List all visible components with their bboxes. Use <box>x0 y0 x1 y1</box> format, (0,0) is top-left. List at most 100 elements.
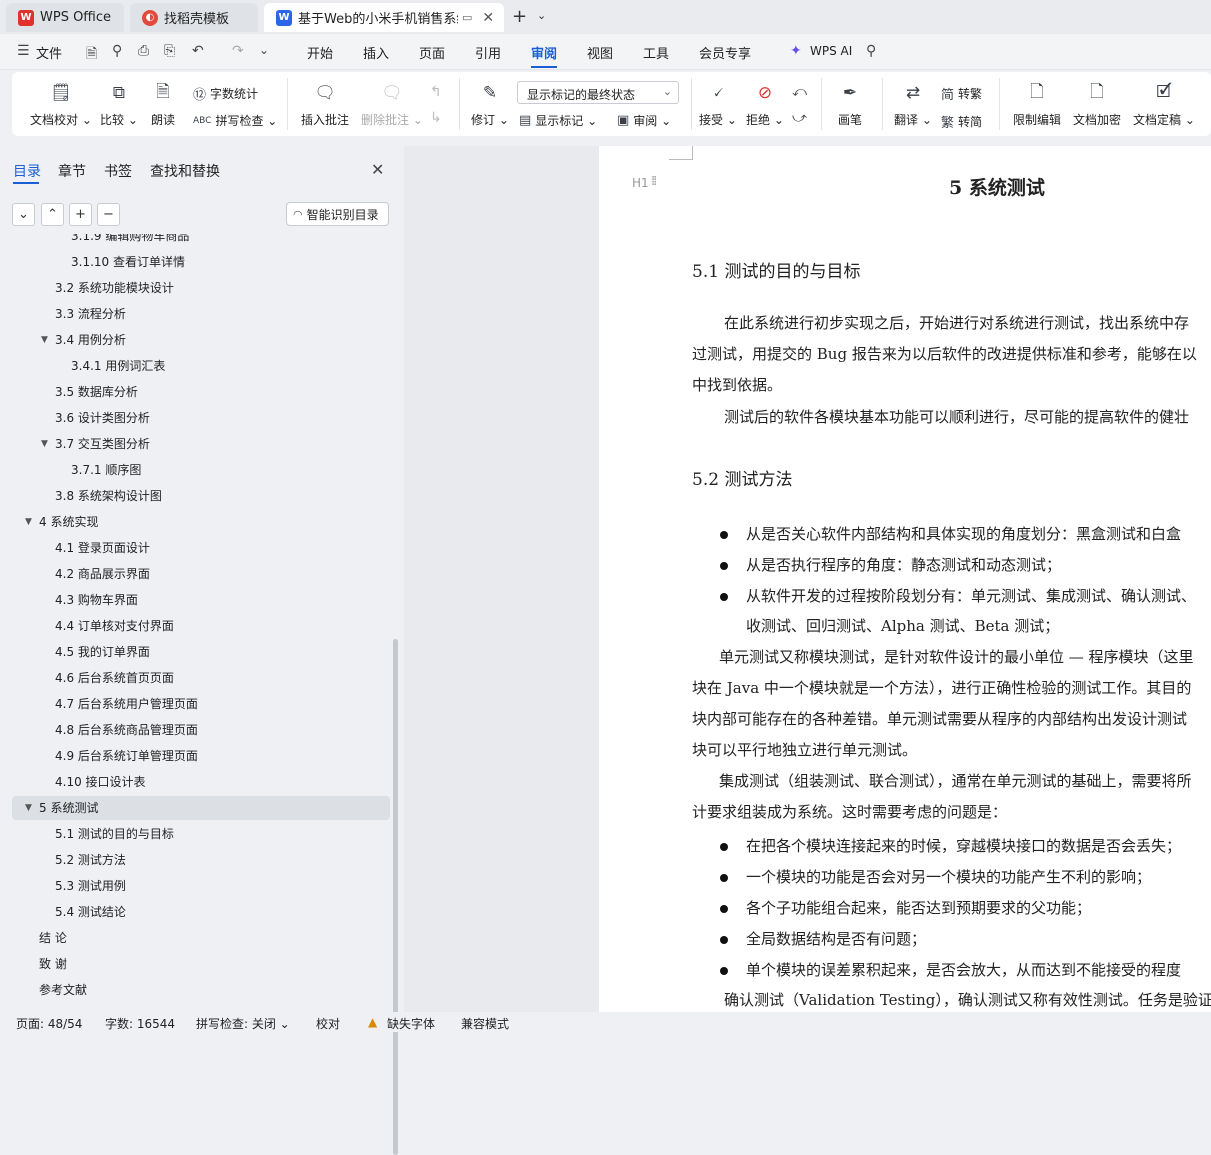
add-heading-button[interactable]: + <box>69 203 92 226</box>
document-page[interactable]: H1 ⁞⁞ 5 系统测试 5.1 测试的目的与目标 在此系统进行初步实现之后，开… <box>599 146 1211 1012</box>
tab-wps-office[interactable]: W WPS Office <box>6 3 124 32</box>
show-markup-button[interactable]: ▤ 显示标记 ⌄ <box>519 112 597 129</box>
toc-item[interactable]: 3.1.10 查看订单详情 <box>12 250 390 274</box>
toc-item[interactable]: 4.7 后台系统用户管理页面 <box>12 692 390 716</box>
prev-change-icon[interactable]: ⤺ <box>792 84 807 100</box>
expand-up-button[interactable]: ⌃ <box>41 203 64 226</box>
toc-item[interactable]: ▼ 5 系统测试 <box>12 796 390 820</box>
word-count-button[interactable]: ⑫ 字数统计 <box>193 84 258 103</box>
search-icon[interactable]: ⚲ <box>866 43 876 59</box>
expand-arrow-icon[interactable]: ▼ <box>25 796 32 820</box>
menu-review[interactable]: 审阅 <box>531 43 557 62</box>
missing-font-status[interactable]: 缺失字体 <box>387 1015 435 1032</box>
toc-item[interactable]: 4.3 购物车界面 <box>12 588 390 612</box>
proof-status[interactable]: 校对 <box>316 1015 340 1032</box>
toc-item[interactable]: 参考文献 <box>12 978 390 1002</box>
print-icon[interactable]: ⎙ <box>138 43 149 59</box>
translate-button[interactable]: ⇄ 翻译 ⌄ <box>894 81 932 128</box>
toc-item[interactable]: 5.2 测试方法 <box>12 848 390 872</box>
doc-proof-button[interactable]: 🗒 文档校对 ⌄ <box>30 81 92 128</box>
nav-tab-toc[interactable]: 目录 <box>13 161 41 181</box>
toc-item[interactable]: 结 论 <box>12 926 390 950</box>
toc-item[interactable]: 3.2 系统功能模块设计 <box>12 276 390 300</box>
toc-item[interactable]: 5.3 测试用例 <box>12 874 390 898</box>
expand-arrow-icon[interactable]: ▼ <box>41 432 48 456</box>
menu-member[interactable]: 会员专享 <box>699 43 751 62</box>
toc-item[interactable]: 3.1.9 编辑购物车商品 <box>12 234 390 248</box>
menu-page[interactable]: 页面 <box>419 43 445 62</box>
drag-handle-icon[interactable]: ⁞⁞ <box>651 174 657 189</box>
word-count-status[interactable]: 字数: 16544 <box>105 1015 175 1032</box>
scrollbar[interactable] <box>393 639 398 1155</box>
encrypt-button[interactable]: 🗋 文档加密 <box>1073 81 1121 128</box>
menu-start[interactable]: 开始 <box>307 43 333 62</box>
nav-tab-bookmarks[interactable]: 书签 <box>104 161 132 181</box>
menu-view[interactable]: 视图 <box>587 43 613 62</box>
finalize-button[interactable]: 🗹 文档定稿 ⌄ <box>1133 81 1195 128</box>
ink-button[interactable]: ✒ 画笔 <box>838 81 862 128</box>
redo-icon[interactable]: ↷ <box>232 43 244 59</box>
menu-reference[interactable]: 引用 <box>475 43 501 62</box>
toc-item[interactable]: 4.8 后台系统商品管理页面 <box>12 718 390 742</box>
insert-comment-button[interactable]: 🗨 插入批注 <box>301 81 349 128</box>
toc-item[interactable]: 3.5 数据库分析 <box>12 380 390 404</box>
toc-item[interactable]: 4.10 接口设计表 <box>12 770 390 794</box>
toc-item[interactable]: ▼ 4 系统实现 <box>12 510 390 534</box>
toc-item[interactable]: 3.3 流程分析 <box>12 302 390 326</box>
close-icon[interactable]: ✕ <box>482 10 494 26</box>
markup-state-select[interactable]: 显示标记的最终状态 ⌄ <box>517 81 679 104</box>
toc-item[interactable]: 3.7.1 顺序图 <box>12 458 390 482</box>
new-tab-icon[interactable]: + <box>512 6 527 27</box>
next-change-icon[interactable]: ⤻ <box>792 110 807 126</box>
save-icon[interactable]: 🗎 <box>86 43 97 67</box>
collapse-all-button[interactable]: ⌄ <box>12 203 35 226</box>
chevron-down-icon[interactable]: ⌄ <box>537 9 546 22</box>
toc-item[interactable]: 4.4 订单核对支付界面 <box>12 614 390 638</box>
menu-tools[interactable]: 工具 <box>643 43 669 62</box>
print-preview-icon[interactable]: ⎘ <box>164 43 175 59</box>
read-aloud-button[interactable]: 🗎 朗读 <box>151 81 175 128</box>
toc-item[interactable]: 3.6 设计类图分析 <box>12 406 390 430</box>
spell-check-status[interactable]: 拼写检查: 关闭 ⌄ <box>196 1015 290 1032</box>
to-simplified-button[interactable]: 繁 转简 <box>941 112 982 131</box>
menu-wps-ai[interactable]: WPS AI <box>810 44 852 58</box>
share-icon[interactable]: ⚲ <box>112 43 122 59</box>
restrict-edit-button[interactable]: 🗋 限制编辑 <box>1013 81 1061 128</box>
toc-item[interactable]: 4.6 后台系统首页页面 <box>12 666 390 690</box>
toc-item[interactable]: 5.4 测试结论 <box>12 900 390 924</box>
prev-comment-icon[interactable]: ↰ <box>430 84 442 100</box>
remove-heading-button[interactable]: − <box>97 203 120 226</box>
delete-comment-button[interactable]: 🗨 删除批注 ⌄ <box>361 81 423 128</box>
undo-icon[interactable]: ↶ <box>192 43 204 59</box>
expand-arrow-icon[interactable]: ▼ <box>25 510 32 534</box>
accept-button[interactable]: 🗸 接受 ⌄ <box>699 81 737 128</box>
toc-item[interactable]: 4.1 登录页面设计 <box>12 536 390 560</box>
toc-item[interactable]: 致 谢 <box>12 952 390 976</box>
toc-item[interactable]: ▼ 3.4 用例分析 <box>12 328 390 352</box>
toc-item[interactable]: 5.1 测试的目的与目标 <box>12 822 390 846</box>
to-traditional-button[interactable]: 简 转繁 <box>941 84 982 103</box>
menu-insert[interactable]: 插入 <box>363 43 389 62</box>
toc-item[interactable]: 4.5 我的订单界面 <box>12 640 390 664</box>
toc-item[interactable]: 4.9 后台系统订单管理页面 <box>12 744 390 768</box>
nav-tab-find-replace[interactable]: 查找和替换 <box>150 161 220 181</box>
menu-file[interactable]: 文件 <box>36 43 62 62</box>
expand-arrow-icon[interactable]: ▼ <box>41 328 48 352</box>
nav-tab-chapters[interactable]: 章节 <box>58 161 86 181</box>
hamburger-icon[interactable]: ☰ <box>17 43 30 59</box>
close-icon[interactable]: ✕ <box>371 160 384 179</box>
monitor-icon[interactable]: ▭ <box>462 11 472 24</box>
next-comment-icon[interactable]: ↳ <box>430 110 442 126</box>
reject-button[interactable]: ⊘ 拒绝 ⌄ <box>746 81 784 128</box>
toc-item[interactable]: 4.2 商品展示界面 <box>12 562 390 586</box>
track-changes-button[interactable]: ✎ 修订 ⌄ <box>471 81 509 128</box>
page-indicator[interactable]: 页面: 48/54 <box>16 1015 82 1032</box>
toc-item[interactable]: 3.4.1 用例词汇表 <box>12 354 390 378</box>
spell-check-button[interactable]: ABC 拼写检查 ⌄ <box>193 112 277 129</box>
tab-template[interactable]: ◐ 找稻壳模板 <box>130 3 258 32</box>
tab-document[interactable]: W 基于Web的小米手机销售系统 ▭ ✕ <box>264 3 504 32</box>
review-pane-button[interactable]: ▣ 审阅 ⌄ <box>617 112 671 129</box>
compare-button[interactable]: ⧉ 比较 ⌄ <box>100 81 138 128</box>
chevron-down-icon[interactable]: ⌄ <box>259 43 269 57</box>
smart-toc-button[interactable]: ◠ 智能识别目录 <box>286 202 389 226</box>
